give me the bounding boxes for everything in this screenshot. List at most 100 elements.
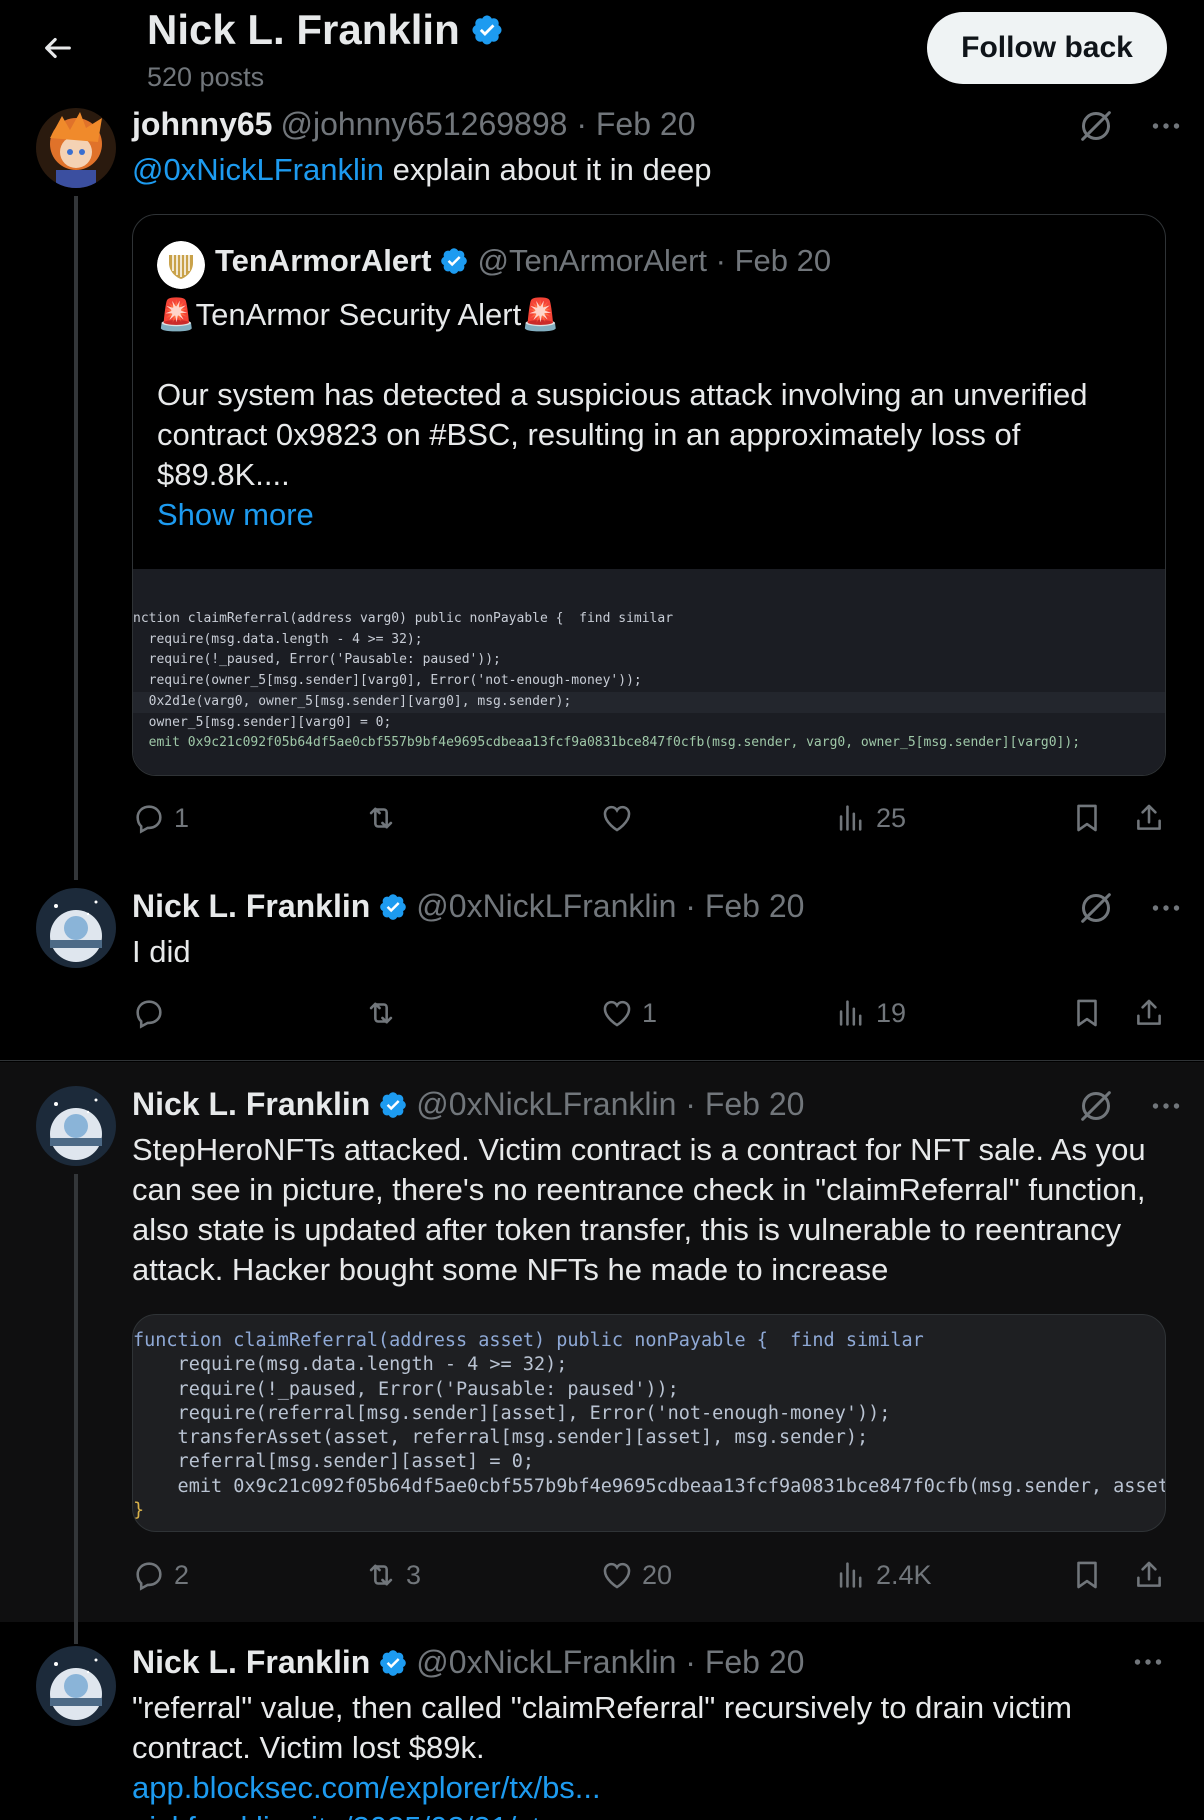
like-button[interactable] <box>600 801 642 835</box>
share-button[interactable] <box>1132 1558 1166 1592</box>
post-text: I did <box>132 934 191 969</box>
post-actions: 2 3 20 2.4K <box>132 1558 1172 1598</box>
code-image[interactable]: function claimReferral(address asset) pu… <box>132 1314 1166 1532</box>
code-line: emit 0x9c21c092f05b64df5ae0cbf557b9bf4e9… <box>133 1475 1166 1497</box>
grok-icon[interactable] <box>1076 888 1116 928</box>
code-line: require(owner_5[msg.sender][varg0], Erro… <box>133 673 642 689</box>
post-actions: 1 25 <box>132 801 1172 841</box>
reply-button[interactable]: 2 <box>132 1558 189 1592</box>
post-top-actions <box>1076 1086 1184 1126</box>
quoted-code-image: nction claimReferral(address varg0) publ… <box>133 569 1165 775</box>
repost-icon <box>364 1558 398 1592</box>
post-body: explain about it in deep <box>392 152 712 187</box>
verified-badge-icon <box>470 13 504 47</box>
external-link[interactable]: app.blocksec.com/explorer/tx/bs... <box>132 1768 601 1808</box>
more-icon[interactable] <box>1148 890 1184 926</box>
post-text: @0xNickLFranklin explain about it in dee… <box>132 150 711 190</box>
profile-header: Nick L. Franklin 520 posts Follow back <box>0 0 1204 103</box>
post-count: 520 posts <box>147 62 265 92</box>
post-header: Nick L. Franklin @0xNickLFranklin · Feb … <box>132 1086 804 1123</box>
share-icon <box>1132 996 1166 1030</box>
author-name[interactable]: Nick L. Franklin <box>132 888 370 925</box>
post-header: Nick L. Franklin @0xNickLFranklin · Feb … <box>132 1644 804 1681</box>
code-line: require(referral[msg.sender][asset], Err… <box>133 1402 891 1424</box>
code-line: require(!_paused, Error('Pausable: pause… <box>133 652 501 668</box>
external-link[interactable]: nickfranklin.site/2025/02/21/st... <box>132 1808 566 1820</box>
post-text: "referral" value, then called "claimRefe… <box>132 1690 1072 1765</box>
like-button[interactable]: 1 <box>600 996 657 1030</box>
views-button[interactable]: 25 <box>834 801 906 835</box>
reply-button[interactable] <box>132 996 174 1030</box>
reply-button[interactable]: 1 <box>132 801 189 835</box>
repost-button[interactable]: 3 <box>364 1558 421 1592</box>
avatar[interactable] <box>36 1086 116 1166</box>
bookmark-icon <box>1070 996 1104 1030</box>
more-icon[interactable] <box>1148 1088 1184 1124</box>
repost-icon <box>364 801 398 835</box>
author-name[interactable]: johnny65 <box>132 106 272 143</box>
quoted-author-handle: @TenArmorAlert · Feb 20 <box>477 243 832 278</box>
code-line: 0x2d1e(varg0, owner_5[msg.sender][varg0]… <box>133 691 1165 713</box>
repost-icon <box>364 996 398 1030</box>
back-button[interactable] <box>36 26 80 70</box>
post-text: StepHeroNFTs attacked. Victim contract i… <box>132 1132 1146 1287</box>
bookmark-button[interactable] <box>1070 996 1104 1030</box>
author-handle[interactable]: @0xNickLFranklin · Feb 20 <box>416 1644 804 1681</box>
bookmark-icon <box>1070 1558 1104 1592</box>
author-handle[interactable]: @johnny651269898 · Feb 20 <box>280 106 695 143</box>
quoted-author-name: TenArmorAlert <box>215 243 432 278</box>
code-line: } <box>133 1500 145 1522</box>
avatar[interactable] <box>36 108 116 188</box>
code-line: require(!_paused, Error('Pausable: pause… <box>133 1378 679 1400</box>
more-icon[interactable] <box>1130 1644 1166 1680</box>
divider <box>0 1060 1204 1061</box>
bookmark-button[interactable] <box>1070 801 1104 835</box>
post-top-actions <box>1130 1644 1166 1680</box>
thread-line <box>74 196 78 880</box>
code-line: transferAsset(asset, referral[msg.sender… <box>133 1427 869 1449</box>
share-icon <box>1132 1558 1166 1592</box>
mention-link[interactable]: @0xNickLFranklin <box>132 152 384 187</box>
profile-name: Nick L. Franklin <box>147 6 504 54</box>
follow-back-button[interactable]: Follow back <box>927 12 1167 84</box>
code-line: require(msg.data.length - 4 >= 32); <box>133 1354 568 1376</box>
thread-line <box>74 1174 78 1644</box>
views-icon <box>834 996 868 1030</box>
code-line: referral[msg.sender][asset] = 0; <box>133 1451 534 1473</box>
post-header: Nick L. Franklin @0xNickLFranklin · Feb … <box>132 888 804 925</box>
repost-button[interactable] <box>364 801 406 835</box>
verified-badge-icon <box>378 892 408 922</box>
quoted-post[interactable]: TenArmorAlert @TenArmorAlert · Feb 20 🚨T… <box>132 214 1166 776</box>
share-button[interactable] <box>1132 996 1166 1030</box>
quoted-header: TenArmorAlert @TenArmorAlert · Feb 20 <box>215 243 831 279</box>
quoted-avatar <box>157 241 205 289</box>
avatar[interactable] <box>36 888 116 968</box>
reply-icon <box>132 996 166 1030</box>
repost-button[interactable] <box>364 996 406 1030</box>
code-line: emit 0x9c21c092f05b64df5ae0cbf557b9bf4e9… <box>133 735 1081 751</box>
post-top-actions <box>1076 106 1184 146</box>
views-icon <box>834 1558 868 1592</box>
author-handle[interactable]: @0xNickLFranklin · Feb 20 <box>416 1086 804 1123</box>
show-more-link[interactable]: Show more <box>157 495 314 535</box>
share-icon <box>1132 801 1166 835</box>
like-button[interactable]: 20 <box>600 1558 672 1592</box>
back-arrow-icon <box>45 37 71 59</box>
views-button[interactable]: 2.4K <box>834 1558 932 1592</box>
quoted-body: Our system has detected a suspicious att… <box>157 377 1088 492</box>
author-name[interactable]: Nick L. Franklin <box>132 1644 370 1681</box>
code-line: nction claimReferral(address varg0) publ… <box>133 611 674 626</box>
author-handle[interactable]: @0xNickLFranklin · Feb 20 <box>416 888 804 925</box>
share-button[interactable] <box>1132 801 1166 835</box>
author-name[interactable]: Nick L. Franklin <box>132 1086 370 1123</box>
avatar[interactable] <box>36 1646 116 1726</box>
more-icon[interactable] <box>1148 108 1184 144</box>
grok-icon[interactable] <box>1076 1086 1116 1126</box>
code-line: require(msg.data.length - 4 >= 32); <box>133 631 423 647</box>
views-button[interactable]: 19 <box>834 996 906 1030</box>
like-icon <box>600 996 634 1030</box>
verified-badge-icon <box>439 246 469 276</box>
code-line: owner_5[msg.sender][varg0] = 0; <box>133 714 392 730</box>
bookmark-button[interactable] <box>1070 1558 1104 1592</box>
grok-icon[interactable] <box>1076 106 1116 146</box>
